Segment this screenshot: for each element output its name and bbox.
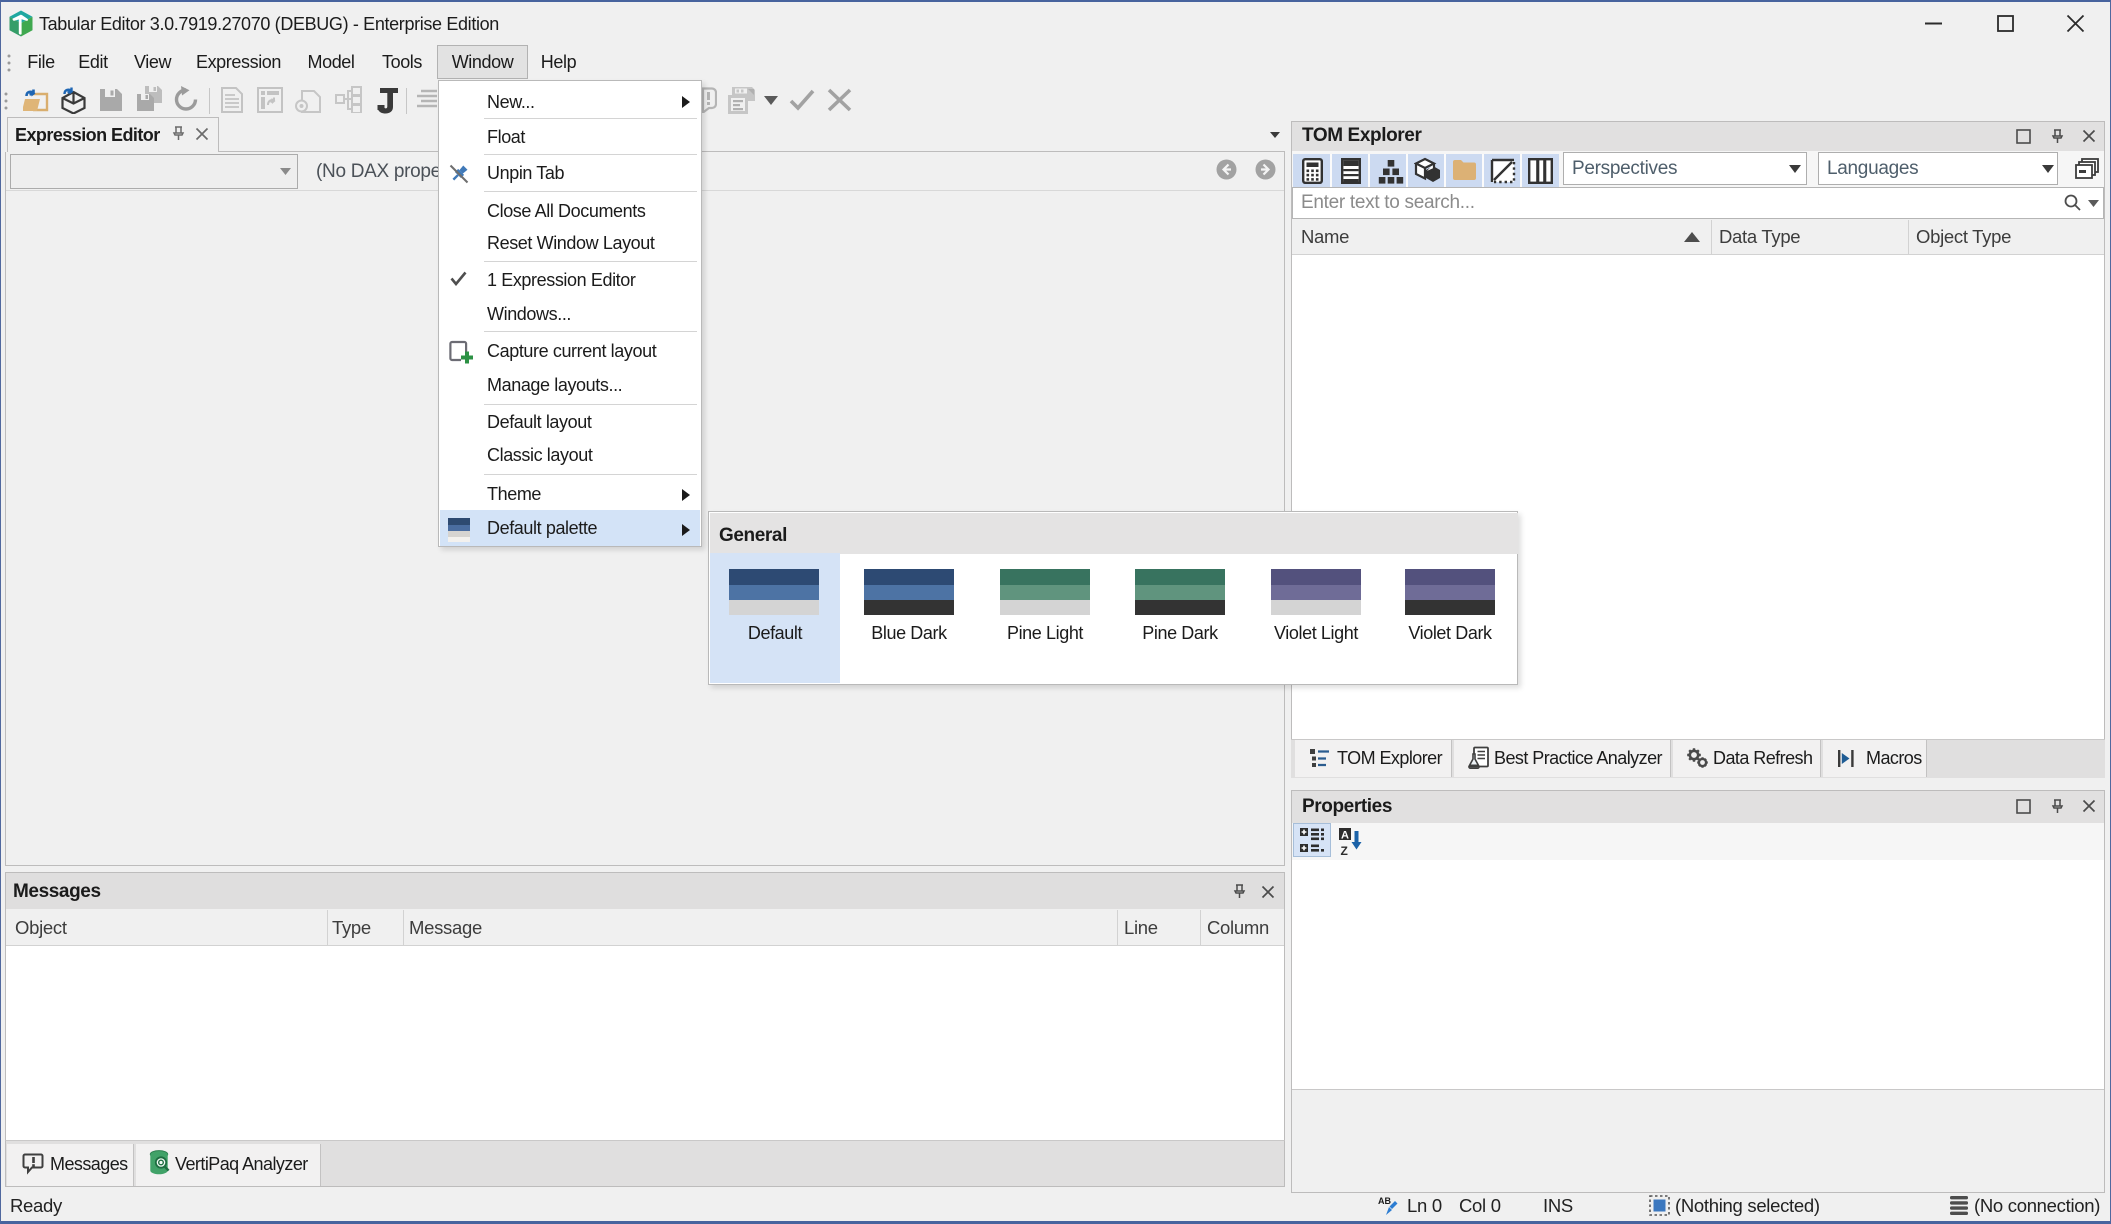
svg-text:AB: AB [1378, 1196, 1391, 1206]
svg-text:A: A [1341, 830, 1349, 842]
svg-text:Z: Z [1341, 844, 1348, 856]
